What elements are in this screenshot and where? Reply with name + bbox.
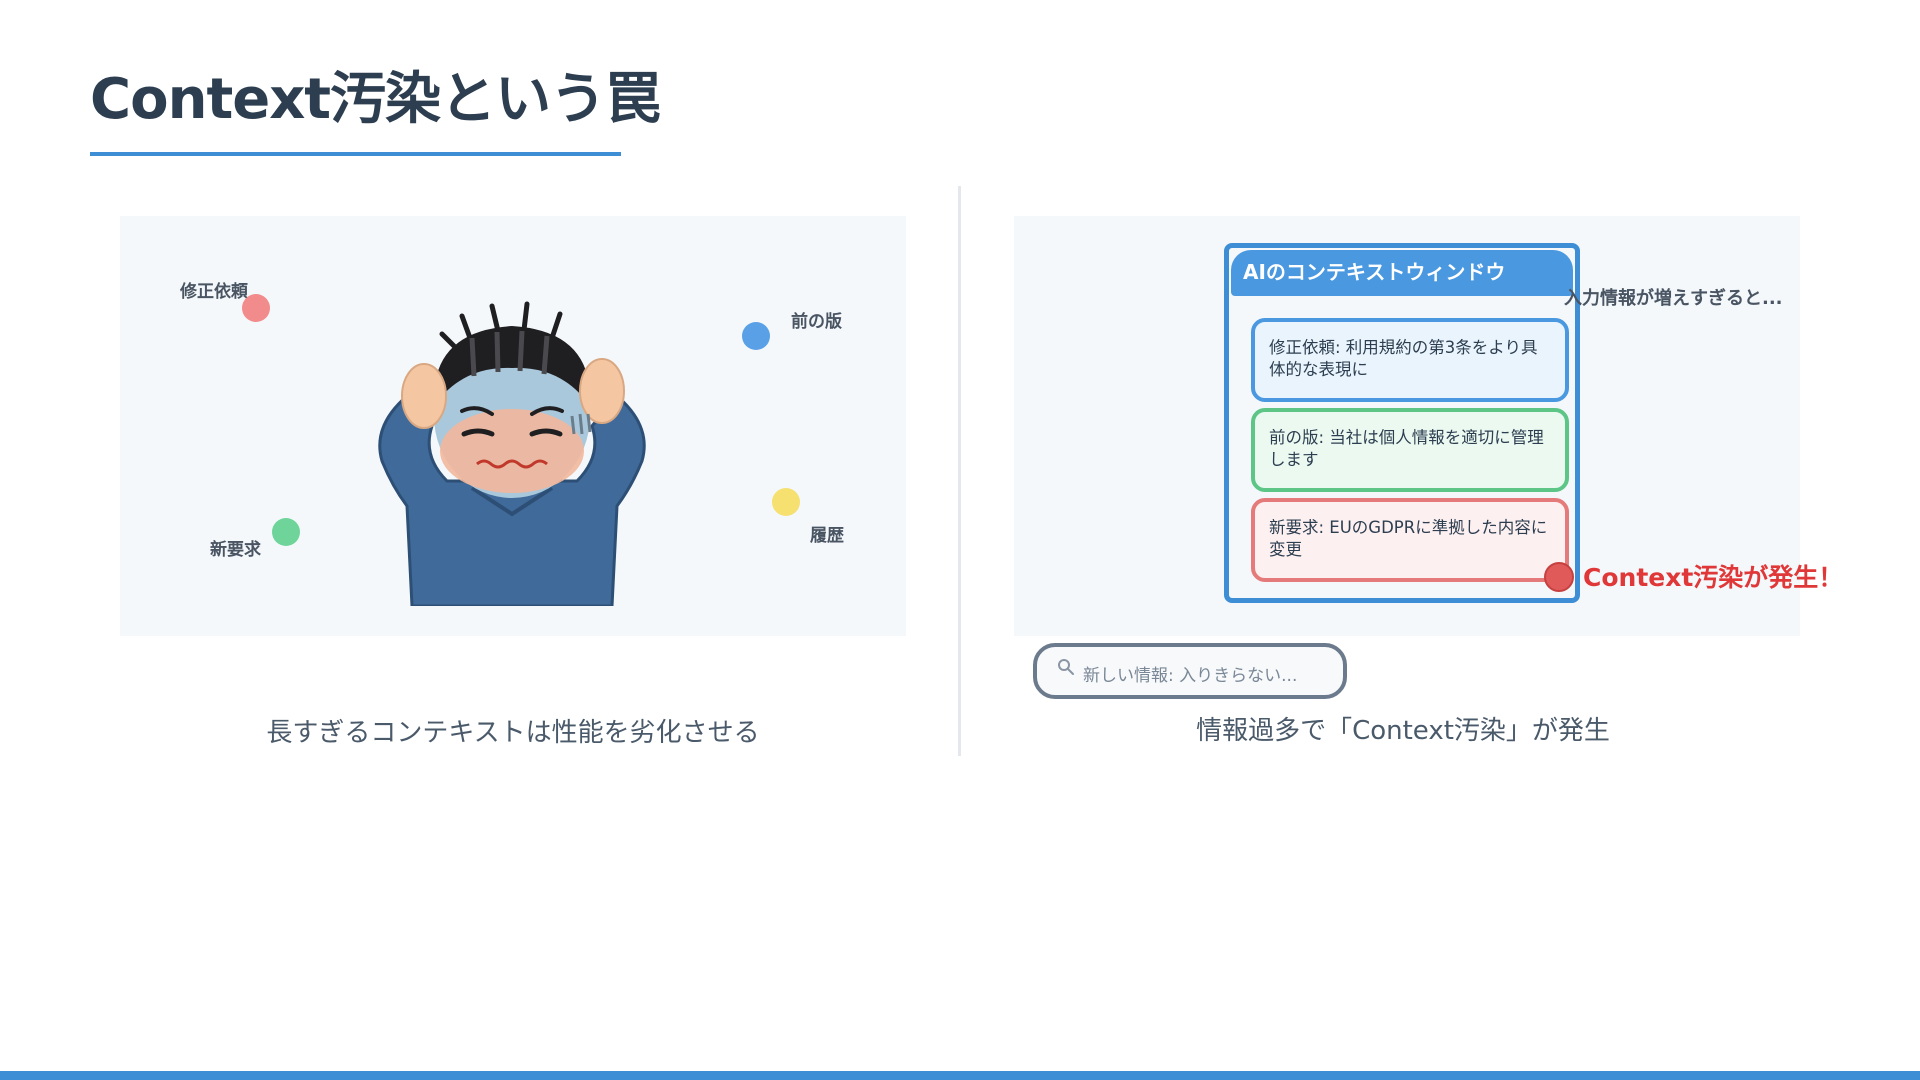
context-window-title: AIのコンテキストウィンドウ [1231,250,1573,296]
panel-divider [958,186,961,756]
context-card-new-request: 新要求: EUのGDPRに準拠した内容に変更 [1251,498,1569,582]
new-request-dot [272,518,300,546]
context-window: AIのコンテキストウィンドウ 修正依頼: 利用規約の第3条をより具体的な表現に … [1224,243,1580,603]
overflow-note: 入力情報が増えすぎると... [1564,288,1783,309]
context-card-previous-version: 前の版: 当社は個人情報を適切に管理します [1251,408,1569,492]
context-pollution-warning: Context汚染が発生！ [1583,563,1844,592]
bottom-accent-bar [0,1071,1920,1080]
slide-title: Context汚染という罠 [90,67,661,132]
fix-request-dot [242,294,270,322]
new-info-input[interactable]: 新しい情報: 入りきらない... [1033,643,1347,699]
previous-version-dot [742,322,770,350]
label-previous-version: 前の版 [791,312,842,332]
left-caption: 長すぎるコンテキストは性能を劣化させる [266,718,760,748]
title-underline [90,152,621,156]
search-icon [1058,659,1074,675]
right-caption: 情報過多で「Context汚染」が発生 [1196,716,1610,746]
illustration-panel: 修正依頼 前の版 新要求 履歴 [120,216,906,636]
label-new-request: 新要求 [210,540,261,560]
history-dot [772,488,800,516]
warning-dot [1544,562,1574,592]
context-card-fix-request: 修正依頼: 利用規約の第3条をより具体的な表現に [1251,318,1569,402]
label-history: 履歴 [810,526,844,546]
label-fix-request: 修正依頼 [180,282,248,302]
stressed-person-illustration [378,301,646,606]
new-info-placeholder: 新しい情報: 入りきらない... [1083,666,1298,686]
